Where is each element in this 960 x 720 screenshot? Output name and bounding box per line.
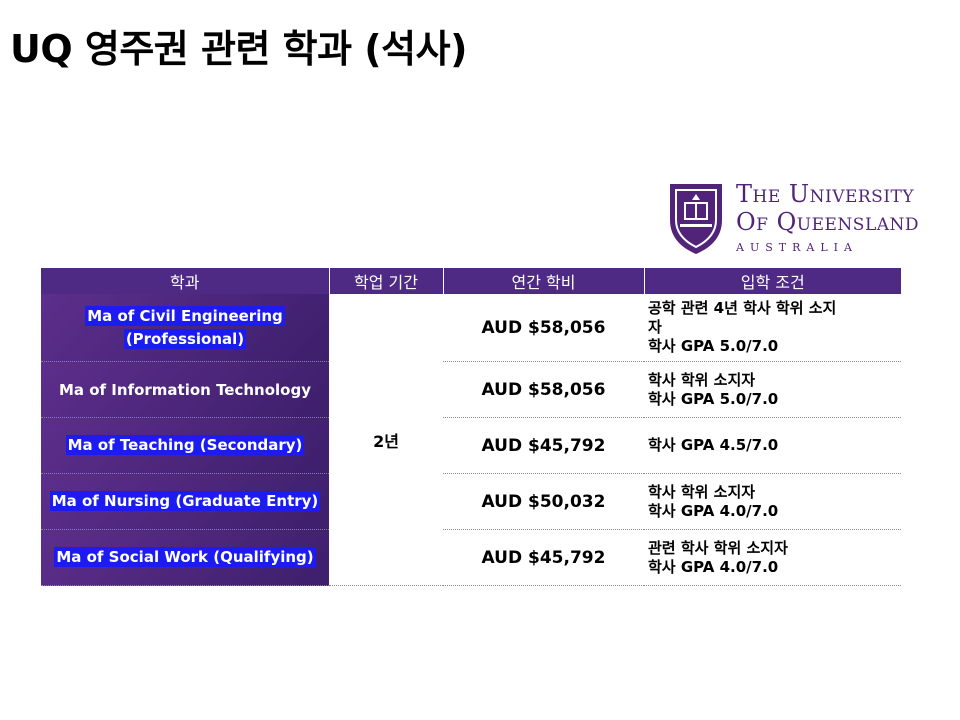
table-row: Ma of Teaching (Secondary) AUD $45,792 학… [41,417,901,474]
program-name: Ma of Information Technology [58,380,311,399]
program-name: Ma of Civil Engineering [85,305,285,326]
requirement-line: 자 [648,318,662,336]
program-cell: Ma of Civil Engineering (Professional) [41,294,329,362]
requirements-cell: 학사 GPA 4.5/7.0 [644,417,901,474]
requirements-cell: 학사 학위 소지자 학사 GPA 4.0/7.0 [644,473,901,530]
table-row: Ma of Information Technology AUD $58,056… [41,361,901,418]
logo-line-university: The University [736,180,915,208]
header-duration: 학업 기간 [329,268,444,294]
program-cell: Ma of Social Work (Qualifying) [41,529,329,586]
header-requirements: 입학 조건 [644,268,901,294]
requirement-line: 학사 GPA 4.0/7.0 [648,557,779,576]
program-name: Ma of Nursing (Graduate Entry) [49,491,321,511]
logo-line-australia: AUSTRALIA [736,241,858,254]
table-row: Ma of Civil Engineering (Professional) 2… [41,294,901,586]
program-name: Ma of Teaching (Secondary) [65,435,305,455]
logo-line-queensland: Of Queensland [736,208,920,236]
fee-cell: AUD $50,032 [443,473,644,530]
program-cell: Ma of Information Technology [41,361,329,418]
requirement-line: 학사 GPA 4.5/7.0 [648,436,779,454]
fee-cell: AUD $58,056 [443,361,644,418]
requirement-line: 학사 GPA 4.0/7.0 [648,501,779,520]
program-cell: Ma of Nursing (Graduate Entry) [41,473,329,530]
requirement-line: 학사 GPA 5.0/7.0 [648,389,779,408]
uq-logo: The University Of Queensland AUSTRALIA [666,180,936,256]
requirements-cell: 공학 관련 4년 학사 학위 소지 자 학사 GPA 5.0/7.0 [644,294,901,362]
requirement-line: 학사 학위 소지자 [648,370,756,389]
table-header-row: 학과 학업 기간 연간 학비 입학 조건 [41,268,901,294]
program-cell: Ma of Teaching (Secondary) [41,417,329,474]
program-name: Ma of Social Work (Qualifying) [54,547,316,567]
requirement-line: 학사 GPA 5.0/7.0 [648,337,779,355]
programs-table: 학과 학업 기간 연간 학비 입학 조건 Ma of Civil Enginee… [41,268,901,586]
uq-crest-icon [670,184,722,254]
table-row: Ma of Social Work (Qualifying) AUD $45,7… [41,529,901,586]
header-fee: 연간 학비 [443,268,645,294]
requirements-cell: 학사 학위 소지자 학사 GPA 5.0/7.0 [644,361,901,418]
fee-cell: AUD $58,056 [443,294,644,362]
page-title: UQ 영주권 관련 학과 (석사) [10,27,467,71]
fee-cell: AUD $45,792 [443,417,644,474]
table-row: Ma of Nursing (Graduate Entry) AUD $50,0… [41,473,901,530]
duration-cell: 2년 [329,294,443,586]
requirement-line: 학사 학위 소지자 [648,482,756,501]
header-program: 학과 [41,268,330,294]
requirements-cell: 관련 학사 학위 소지자 학사 GPA 4.0/7.0 [644,529,901,586]
requirement-line: 관련 학사 학위 소지자 [648,538,788,557]
program-name-suffix: (Professional) [123,328,247,349]
requirement-line: 공학 관련 4년 학사 학위 소지 [648,299,837,317]
fee-cell: AUD $45,792 [443,529,644,586]
